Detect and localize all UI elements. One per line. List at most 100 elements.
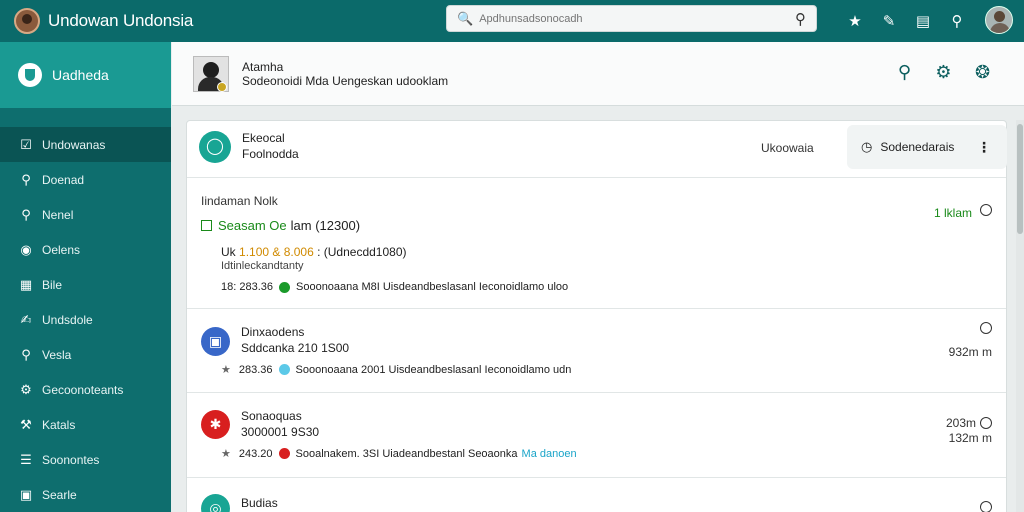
checkbox-icon[interactable] [201, 220, 212, 231]
info-status-icon [278, 364, 290, 375]
sidebar-item-gecoonoteants[interactable]: ⚙ Gecoonoteants [0, 372, 171, 407]
sidebar-item-label: Bile [42, 277, 63, 292]
list-item[interactable]: Iindaman Nolk Seasam Oe lam (12300) Uk 1… [187, 179, 1006, 309]
user-avatar[interactable] [985, 6, 1013, 34]
sidebar-item-label: Oelens [42, 242, 81, 257]
item-subtitle: Sddcanka 210 1S00 [241, 341, 350, 355]
meta-text: Sooonoaana 2001 Uisdeandbeslasanl Iecono… [295, 363, 572, 376]
edit-icon: ✍ [20, 311, 32, 327]
sidebar-item-label: Undsdole [42, 312, 93, 327]
apps-icon[interactable]: ❂ [963, 62, 1002, 83]
list-item[interactable]: ◎ Budias [187, 479, 1006, 512]
error-status-icon [278, 448, 290, 459]
sidebar-header[interactable]: Uadheda [0, 42, 171, 108]
item-meta: ★ 243.20 Sooalnakem. 3SI Uiadeandbestanl… [221, 447, 577, 461]
sidebar-item-label: Katals [42, 417, 76, 432]
sidebar-logo-icon [18, 63, 42, 87]
content-header: Atamha Sodeonoidi Mda Uengeskan udooklam… [172, 42, 1024, 106]
profile-name: Atamha [242, 60, 284, 74]
meta-link[interactable]: Ma danoen [522, 448, 577, 460]
sidebar-item-label: Searle [42, 487, 77, 502]
brand-avatar [14, 8, 40, 34]
calendar-icon: ▣ [201, 327, 230, 356]
sidebar-header-label: Uadheda [52, 67, 109, 83]
location-icon: ◉ [20, 241, 32, 257]
meta-text: Sooonoaana M8I Uisdeandbeslasanl Ieconoi… [296, 281, 569, 293]
more-menu-icon[interactable]: ⋮ [977, 139, 991, 156]
search-input[interactable] [479, 12, 795, 25]
target-icon: ◎ [201, 494, 230, 512]
star-icon[interactable]: ★ [221, 363, 231, 376]
sidebar-nav: ☑ Undowanas ⚲ Doenad ⚲ Nenel ◉ Oelens ▦ Bile … [0, 108, 171, 512]
top-app-bar: Undowan Undonsia 🔍 ⚲ ★ ✎ ▤ ⚲ [0, 0, 1024, 42]
meta-number: 283.36 [238, 363, 273, 376]
item-title: Budias [241, 496, 278, 510]
check-status-icon [279, 281, 290, 293]
sidebar-item-nenel[interactable]: ⚲ Nenel [0, 197, 171, 232]
item-title: Sonaoquas [241, 409, 302, 423]
meta-text: Sooalnakem. 3SI Uiadeandbestanl Seoaonka [295, 447, 518, 460]
select-radio[interactable] [980, 322, 992, 334]
star-icon[interactable]: ★ [838, 12, 872, 30]
sidebar-item-label: Nenel [42, 207, 74, 222]
sidebar-item-undsdole[interactable]: ✍ Undsdole [0, 302, 171, 337]
sidebar-item-vesla[interactable]: ⚲ Vesla [0, 337, 171, 372]
select-radio[interactable] [980, 204, 992, 216]
heading-value: lam (12300) [290, 218, 361, 233]
sort-filter-button[interactable]: ◷ Sodenedarais ⋮ [847, 125, 1007, 169]
select-radio[interactable] [980, 501, 992, 512]
gear-icon: ⚙ [20, 381, 32, 397]
table-icon: ▦ [19, 276, 33, 292]
sidebar-item-katals[interactable]: ⚒ Katals [0, 407, 171, 442]
item-amount-line: Uk 1.100 & 8.006 : (Udnecdd1080) [221, 245, 406, 259]
sidebar: Uadheda ☑ Undowanas ⚲ Doenad ⚲ Nenel ◉ Oelen… [0, 42, 171, 512]
checkbox-icon: ☑ [20, 136, 32, 152]
activity-card: ◯ Ekeocal Foolnodda Ukoowaia ◷ Sodenedar… [186, 120, 1007, 512]
meta-number: 18: 283.36 [221, 281, 273, 293]
select-radio[interactable] [980, 417, 992, 429]
search-bar[interactable]: 🔍 ⚲ [446, 5, 817, 32]
search-submit-icon[interactable]: ⚲ [795, 10, 806, 28]
brand[interactable]: Undowan Undonsia [0, 8, 300, 34]
amount-value: 1.100 & 8.006 [239, 245, 314, 259]
sidebar-item-label: Soonontes [42, 452, 100, 467]
scrollbar[interactable] [1016, 120, 1024, 512]
settings-icon[interactable]: ⚙ [924, 62, 963, 83]
app-title: Undowan Undonsia [48, 11, 194, 30]
status-badge [217, 82, 227, 92]
pin-icon: ⚲ [21, 346, 31, 362]
header-actions: ⚲ ⚙ ❂ [885, 62, 1002, 83]
item-description: Idtinleckandtanty [221, 260, 304, 272]
sidebar-item-oelens[interactable]: ◉ Oelens [0, 232, 171, 267]
profile-description: Sodeonoidi Mda Uengeskan udooklam [242, 74, 449, 88]
sidebar-item-label: Vesla [42, 347, 72, 362]
sidebar-item-searle[interactable]: ▣ Searle [0, 477, 171, 512]
item-meta: 18: 283.36 Sooonoaana M8I Uisdeandbeslas… [221, 281, 568, 293]
filter-label: Sodenedarais [880, 140, 955, 154]
edit-icon[interactable]: ✎ [872, 12, 906, 30]
item-time: 203m [945, 416, 976, 430]
scrollbar-thumb[interactable] [1017, 124, 1023, 234]
search-icon: ⚲ [21, 171, 31, 187]
sidebar-item-undowanas[interactable]: ☑ Undowanas [0, 127, 171, 162]
search-icon[interactable]: ⚲ [885, 62, 924, 83]
list-item[interactable]: ✱ Sonaoquas 3000001 9S30 ★ 243.20 Sooaln… [187, 394, 1006, 478]
card-header: ◯ Ekeocal Foolnodda Ukoowaia ◷ Sodenedar… [187, 121, 1007, 178]
search-icon: 🔍 [457, 10, 474, 26]
star-icon[interactable]: ★ [221, 447, 231, 460]
image-icon: ▣ [19, 486, 33, 502]
sidebar-item-doenad[interactable]: ⚲ Doenad [0, 162, 171, 197]
card-title: Ekeocal [242, 131, 285, 145]
item-subtitle: 3000001 9S30 [241, 425, 320, 439]
list-item[interactable]: ▣ Dinxaodens Sddcanka 210 1S00 ★ 283.36 … [187, 310, 1006, 393]
item-time: 932m m [948, 345, 992, 359]
list-icon: ☰ [20, 451, 32, 467]
sidebar-item-label: Undowanas [42, 137, 106, 152]
clock-icon: ◷ [861, 139, 873, 154]
amount-prefix: Uk [221, 245, 236, 259]
reader-icon[interactable]: ▤ [906, 12, 940, 30]
sidebar-item-bile[interactable]: ▦ Bile [0, 267, 171, 302]
card-status[interactable]: Ukoowaia [761, 141, 814, 155]
search-icon[interactable]: ⚲ [940, 12, 974, 30]
sidebar-item-soonontes[interactable]: ☰ Soonontes [0, 442, 171, 477]
